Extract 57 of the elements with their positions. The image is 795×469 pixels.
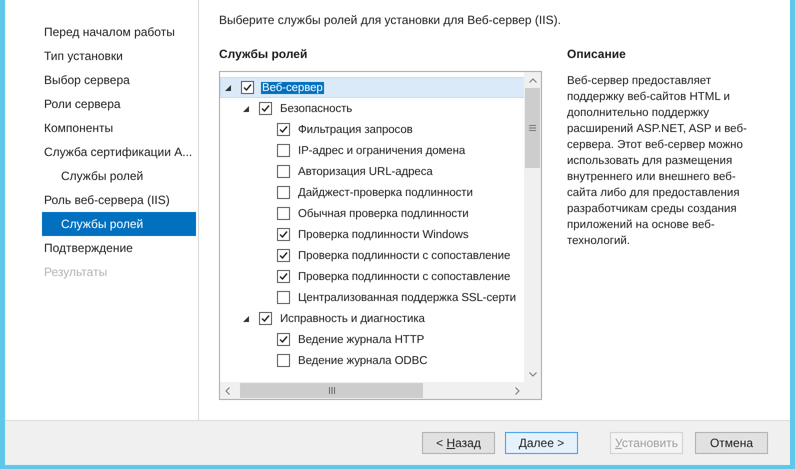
tree-item-label[interactable]: Проверка подлинности Windows — [297, 228, 470, 240]
nav-item[interactable]: Подтверждение — [42, 236, 198, 260]
expander-icon[interactable] — [242, 314, 250, 322]
grip-icon — [328, 387, 334, 394]
instruction-text: Выберите службы ролей для установки для Веб-сервер (IIS). — [219, 13, 562, 29]
tree-item-label[interactable]: Дайджест-проверка подлинности — [297, 186, 474, 198]
checkbox[interactable] — [277, 186, 290, 199]
nav-item[interactable]: Службы ролей — [42, 212, 196, 236]
checkbox[interactable] — [241, 81, 254, 94]
wizard-button[interactable]: Далее > — [505, 432, 578, 454]
wizard-button[interactable]: < Назад — [422, 432, 495, 454]
scroll-up-icon[interactable] — [528, 78, 536, 83]
nav-item[interactable]: Выбор сервера — [42, 68, 198, 92]
grip-icon — [529, 125, 536, 131]
nav-item[interactable]: Роли сервера — [42, 92, 198, 116]
tree-item-label[interactable]: Проверка подлинности с сопоставление — [297, 250, 512, 262]
description-heading: Описание — [567, 47, 627, 63]
checkbox[interactable] — [277, 333, 290, 346]
scroll-right-icon[interactable] — [515, 386, 520, 394]
checkbox[interactable] — [277, 354, 290, 367]
scroll-left-icon[interactable] — [225, 386, 230, 394]
section-heading: Службы ролей — [219, 47, 308, 63]
checkbox[interactable] — [277, 270, 290, 283]
role-services-tree[interactable] — [219, 71, 542, 400]
checkbox[interactable] — [277, 291, 290, 304]
tree-item-label[interactable]: Ведение журнала ODBC — [297, 354, 428, 366]
expander-icon[interactable] — [242, 104, 250, 112]
tree-item-label[interactable]: Фильтрация запросов — [297, 124, 414, 136]
checkbox[interactable] — [277, 207, 290, 220]
tree-item-label[interactable]: Проверка подлинности с сопоставление — [297, 270, 512, 282]
vertical-scrollbar[interactable] — [524, 72, 541, 382]
nav-item[interactable]: Роль веб-сервера (IIS) — [42, 188, 198, 212]
nav-item[interactable]: Перед началом работы — [42, 20, 198, 44]
nav-item[interactable]: Службы ролей — [42, 164, 198, 188]
tree-item-label[interactable]: Авторизация URL-адреса — [297, 166, 434, 178]
tree-item-label[interactable]: Централизованная поддержка SSL-серти — [297, 292, 517, 304]
expander-icon[interactable] — [224, 84, 232, 92]
checkbox[interactable] — [277, 123, 290, 136]
tree-item-label[interactable]: IP-адрес и ограничения домена — [297, 144, 466, 156]
description-text: Веб-сервер предоставляет поддержку веб-сайтов HTML и дополнительно поддержку расширений ASP.NET, ASP и веб-сервера. Этот веб-сервер можно использовать для размещения внутреннего или внешнего веб-сайта либо для предоставления разработчикам среды создания приложений на основе веб-технологий. — [567, 74, 748, 249]
checkbox[interactable] — [277, 228, 290, 241]
horizontal-scrollbar[interactable] — [220, 382, 525, 399]
nav-item[interactable]: Тип установки — [42, 44, 198, 68]
tree-item-label[interactable]: Безопасность — [279, 102, 354, 114]
tree-item-label[interactable]: Обычная проверка подлинности — [297, 208, 470, 220]
checkbox[interactable] — [259, 312, 272, 325]
nav-item[interactable]: Компоненты — [42, 116, 198, 140]
nav-item[interactable]: Служба сертификации A... — [42, 140, 198, 164]
checkbox[interactable] — [259, 102, 272, 115]
tree-item-label[interactable]: Исправность и диагностика — [279, 312, 426, 324]
tree-item-label[interactable]: Веб-сервер — [261, 82, 324, 94]
checkbox[interactable] — [277, 144, 290, 157]
checkbox[interactable] — [277, 165, 290, 178]
tree-item-label[interactable]: Ведение журнала HTTP — [297, 334, 426, 346]
scroll-down-icon[interactable] — [528, 372, 536, 377]
checkbox[interactable] — [277, 249, 290, 262]
wizard-button[interactable]: Отмена — [695, 432, 768, 454]
